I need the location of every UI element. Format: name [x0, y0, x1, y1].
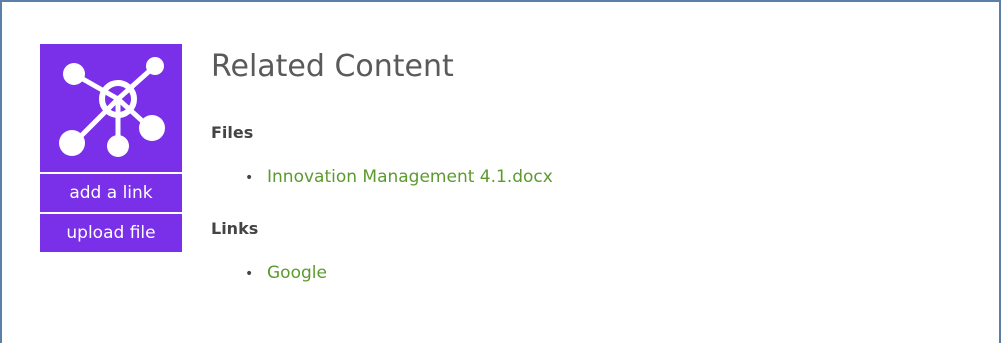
list-item: • Innovation Management 4.1.docx: [245, 166, 553, 189]
links-list: • Google: [245, 262, 327, 285]
related-content-panel: add a link upload file Related Content F…: [0, 0, 1001, 343]
list-item: • Google: [245, 262, 327, 285]
add-link-button[interactable]: add a link: [40, 174, 182, 212]
file-link[interactable]: Innovation Management 4.1.docx: [267, 167, 553, 187]
external-link[interactable]: Google: [267, 263, 327, 283]
files-heading: Files: [211, 123, 254, 142]
action-tile: add a link upload file: [40, 44, 182, 252]
upload-file-button[interactable]: upload file: [40, 214, 182, 252]
related-content-body: Related Content Files • Innovation Manage…: [211, 42, 553, 283]
files-list: • Innovation Management 4.1.docx: [245, 166, 553, 189]
page-title: Related Content: [211, 49, 454, 84]
bullet-icon: •: [245, 170, 254, 186]
bullet-icon: •: [245, 266, 254, 282]
links-heading: Links: [211, 219, 259, 238]
network-hub-icon: [40, 44, 182, 172]
